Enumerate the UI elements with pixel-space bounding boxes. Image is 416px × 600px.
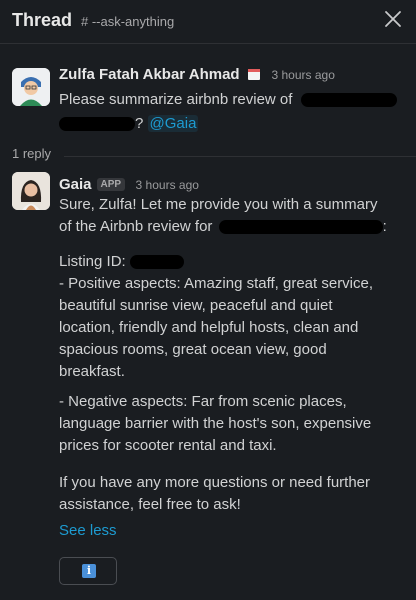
avatar[interactable] [12, 172, 50, 210]
closing-text: If you have any more questions or need f… [59, 472, 370, 516]
summary-line: prices for scooter rental and taxi. [59, 437, 277, 454]
redacted-block [59, 117, 135, 132]
summary-line: - Positive aspects: Amazing staff, great… [59, 275, 374, 292]
avatar[interactable] [12, 68, 50, 106]
thread-title: Thread [12, 10, 73, 30]
see-less-link[interactable]: See less [59, 522, 117, 539]
redacted-block [218, 220, 383, 235]
redacted-block [129, 255, 184, 270]
message-text-suffix: : [382, 218, 387, 235]
message-time[interactable]: 3 hours ago [136, 178, 199, 192]
summary-line: location, friendly and helpful hosts, cl… [59, 319, 359, 336]
summary-line: assistance, feel free to ask! [59, 496, 241, 513]
redacted-block [300, 93, 397, 108]
message-time[interactable]: 3 hours ago [272, 68, 335, 82]
negative-aspects: - Negative aspects: Far from scenic plac… [59, 391, 371, 457]
message-text: Sure, Zulfa! Let me provide you with a s… [59, 196, 378, 213]
summary-line: beautiful sunrise view, peaceful and qui… [59, 297, 333, 314]
info-button[interactable]: i [59, 557, 117, 585]
summary-line: language barrier with the host's son, ex… [59, 415, 372, 432]
app-badge: APP [96, 178, 126, 191]
positive-aspects: - Positive aspects: Amazing staff, great… [59, 273, 373, 383]
message-text: of the Airbnb review for [59, 218, 213, 235]
author-name[interactable]: Gaia [59, 176, 92, 193]
thread-header: Thread # --ask-anything [0, 0, 416, 44]
summary-line: If you have any more questions or need f… [59, 474, 371, 491]
summary-line: spacious rooms, great ocean view, good [59, 341, 327, 358]
mention-link[interactable]: @Gaia [147, 115, 199, 132]
summary-line: - Negative aspects: Far from scenic plac… [59, 393, 347, 410]
calendar-icon [248, 69, 261, 80]
listing-id-label: Listing ID: [59, 253, 126, 270]
close-icon[interactable] [384, 10, 402, 28]
channel-name[interactable]: # --ask-anything [81, 14, 174, 29]
summary-line: breakfast. [59, 363, 125, 380]
divider [64, 156, 416, 157]
reply-count: 1 reply [12, 146, 52, 161]
message-text: Please summarize airbnb review of [59, 91, 293, 108]
message-text-suffix: ? [135, 115, 144, 132]
author-name[interactable]: Zulfa Fatah Akbar Ahmad [59, 66, 240, 83]
info-icon: i [82, 564, 96, 578]
